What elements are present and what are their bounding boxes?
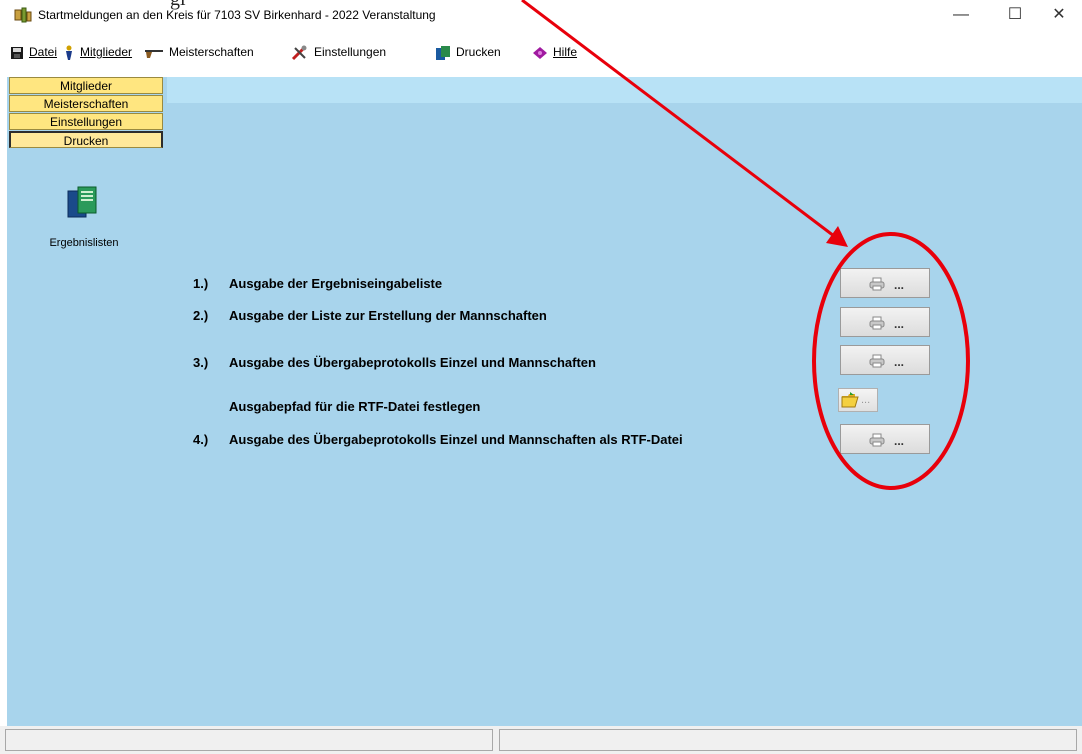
nav-meisterschaften[interactable]: Meisterschaften (9, 95, 163, 112)
menu-meisterschaften[interactable]: Meisterschaften (144, 45, 254, 59)
menu-einstellungen[interactable]: Einstellungen (291, 45, 386, 61)
app-icon (14, 7, 32, 23)
title-bar: Startmeldungen an den Kreis für 7103 SV … (0, 0, 1082, 30)
row-2-number: 2.) (193, 308, 209, 323)
row-1-label: 1.) Ausgabe der Ergebniseingabeliste (193, 276, 442, 291)
row-path-label: Ausgabepfad für die RTF-Datei festlegen (229, 399, 480, 414)
print-rtf-protocol-button[interactable]: ... (840, 424, 930, 454)
row-3-text: Ausgabe des Übergabeprotokolls Einzel un… (229, 355, 596, 370)
folder-button-dots: ... (861, 394, 871, 406)
printer-icon (869, 316, 885, 330)
print-result-entry-button[interactable]: ... (840, 268, 930, 298)
menu-datei-label: Datei (29, 45, 58, 59)
row-1-text: Ausgabe der Ergebniseingabeliste (229, 276, 443, 291)
menu-mitglieder[interactable]: Mitglieder (63, 45, 132, 61)
nav-drucken[interactable]: Drucken (9, 131, 163, 148)
panel-header (167, 77, 1082, 103)
menu-einstellungen-label: Einstellungen (314, 45, 387, 60)
menu-drucken[interactable]: Drucken (435, 45, 501, 61)
help-book-icon (533, 46, 547, 59)
menu-drucken-label: Drucken (456, 45, 501, 60)
print-button-dots: ... (894, 434, 905, 448)
person-icon (66, 45, 72, 60)
row-2-label: 2.) Ausgabe der Liste zur Erstellung der … (193, 308, 547, 323)
nav-einstellungen[interactable]: Einstellungen (9, 113, 163, 130)
row-3-number: 3.) (193, 355, 209, 370)
result-lists-label[interactable]: Ergebnislisten (7, 237, 161, 249)
row-path-text: Ausgabepfad für die RTF-Datei festlegen (229, 399, 481, 414)
nav-mitglieder[interactable]: Mitglieder (9, 77, 163, 94)
select-rtf-path-button[interactable]: ... (838, 388, 878, 412)
printer-icon (869, 277, 885, 291)
close-button[interactable]: ✕ (1036, 4, 1082, 26)
menu-bar: Datei Mitglieder Meisterschaften Einstel… (0, 42, 1082, 64)
print-handover-protocol-button[interactable]: ... (840, 345, 930, 375)
maximize-button[interactable]: ☐ (992, 4, 1038, 26)
row-4-number: 4.) (193, 432, 209, 447)
row-4-text: Ausgabe des Übergabeprotokolls Einzel un… (229, 432, 683, 447)
sidebar: Mitglieder Meisterschaften Einstellungen… (7, 77, 168, 726)
print-team-list-button[interactable]: ... (840, 307, 930, 337)
menu-hilfe-label: Hilfe (553, 45, 578, 59)
menu-datei[interactable]: Datei (10, 45, 57, 60)
menu-hilfe[interactable]: Hilfe (532, 45, 577, 60)
window-title: Startmeldungen an den Kreis für 7103 SV … (38, 8, 436, 22)
print-button-dots: ... (894, 355, 905, 369)
printer-icon (869, 354, 885, 368)
printer-doc-icon (436, 46, 450, 60)
rifle-icon (145, 49, 163, 58)
cropped-caption-fragment: gi (170, 0, 186, 11)
status-bar (0, 726, 1082, 754)
main-panel: 1.) Ausgabe der Ergebniseingabeliste ... … (167, 77, 1082, 726)
row-3-label: 3.) Ausgabe des Übergabeprotokolls Einzel… (193, 355, 596, 370)
menu-mitglieder-label: Mitglieder (80, 45, 133, 60)
open-folder-icon (841, 392, 859, 408)
print-button-dots: ... (894, 278, 905, 292)
row-2-text: Ausgabe der Liste zur Erstellung der Man… (229, 308, 547, 323)
row-4-label: 4.) Ausgabe des Übergabeprotokolls Einzel… (193, 432, 683, 447)
result-lists-icon[interactable] (66, 185, 100, 221)
row-1-number: 1.) (193, 276, 209, 291)
print-button-dots: ... (894, 317, 905, 331)
status-pane-left (5, 729, 493, 751)
menu-meisterschaften-label: Meisterschaften (169, 45, 254, 59)
tools-icon (291, 45, 307, 61)
status-pane-right (499, 729, 1077, 751)
printer-icon (869, 433, 885, 447)
minimize-button[interactable]: — (938, 4, 984, 26)
save-disk-icon (11, 46, 23, 59)
